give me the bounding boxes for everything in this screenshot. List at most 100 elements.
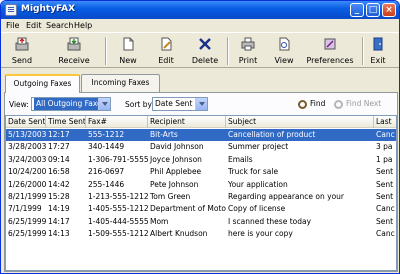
find-next-label: Find Next — [346, 99, 382, 108]
new-document-icon — [123, 37, 134, 51]
table-header: Date Sent Time Sent Fax# Recipient Subje… — [6, 116, 396, 128]
new-button[interactable]: New — [114, 35, 142, 67]
cell-recipient: Albert Knudson — [150, 229, 208, 239]
sort-by-select[interactable]: Date Sent — [152, 97, 208, 111]
outgoing-fax-table: Date Sent Time Sent Fax# Recipient Subje… — [5, 115, 397, 271]
table-row[interactable]: 6/25/1999 14:17 1-405-444-5555 Mom I scanned… — [6, 216, 396, 228]
fax-tabs: Outgoing Faxes Incoming Faxes — [1, 74, 399, 93]
cell-time-sent: 15:28 — [48, 192, 70, 201]
cell-time-sent: 09:14 — [48, 154, 70, 164]
edit-label: Edit — [158, 56, 174, 65]
view-document-icon — [279, 37, 290, 51]
cell-time-sent: 14:42 — [48, 179, 70, 189]
cell-subject: Truck for sale — [228, 167, 279, 177]
cell-subject: Summer project — [228, 142, 289, 152]
column-date-sent[interactable]: Date Sent — [6, 116, 46, 128]
menu-search[interactable]: Search — [46, 21, 73, 30]
cell-fax-number: 340-1449 — [88, 142, 125, 152]
chevron-down-icon[interactable] — [98, 98, 110, 110]
cell-date-sent: 5/13/2003 — [8, 130, 46, 139]
find-next-button[interactable]: Find Next — [334, 99, 381, 109]
column-subject[interactable]: Subject — [226, 116, 374, 128]
view-filter-select[interactable]: All Outgoing Faxes — [31, 97, 111, 111]
table-row[interactable]: 6/25/1999 14:13 1-509-555-1212 Albert Knuds… — [6, 228, 396, 240]
receive-fax-icon — [67, 37, 81, 51]
cell-date-sent: 6/25/1999 — [8, 216, 46, 226]
tab-incoming-faxes[interactable]: Incoming Faxes — [81, 74, 160, 92]
exit-label: Exit — [370, 56, 386, 65]
cell-last-status: Sent — [376, 216, 394, 226]
cell-last-status: Sent — [376, 167, 394, 177]
fax-app-icon — [5, 4, 17, 16]
cell-recipient: Department of Motor Vehicles — [150, 204, 226, 214]
menu-file[interactable]: File — [6, 21, 19, 30]
menu-edit[interactable]: Edit — [26, 21, 42, 30]
sort-by-value: Date Sent — [155, 99, 193, 108]
view-filter-label: View: — [9, 100, 29, 109]
cell-subject: Emails — [228, 154, 253, 164]
cell-date-sent: 10/24/2000 — [8, 167, 46, 177]
cell-fax-number: 255-1446 — [88, 179, 125, 189]
cell-last-status: Canc — [376, 130, 395, 139]
print-button[interactable]: Print — [235, 35, 261, 67]
preferences-icon — [324, 38, 336, 50]
table-row[interactable]: 10/24/200016:58 216-0697 Phil Applebee Truc… — [6, 166, 396, 178]
cell-last-status: Canc — [376, 204, 395, 214]
column-last-status[interactable]: Last — [374, 116, 396, 128]
column-time-sent[interactable]: Time Sent — [46, 116, 86, 128]
send-button[interactable]: Send — [5, 35, 39, 67]
maximize-button[interactable]: □ — [366, 3, 380, 17]
cell-recipient: Phil Applebee — [150, 167, 202, 177]
edit-button[interactable]: Edit — [152, 35, 180, 67]
table-row[interactable]: 3/28/2003 17:27 340-1449 David Johnson Summe… — [6, 141, 396, 153]
magnifier-icon — [334, 99, 343, 109]
printer-icon — [241, 37, 255, 51]
column-fax-number[interactable]: Fax# — [86, 116, 148, 128]
find-button[interactable]: Find — [298, 99, 325, 109]
cell-time-sent: 16:58 — [48, 167, 70, 177]
cell-time-sent: 17:27 — [48, 142, 70, 152]
table-row[interactable]: 7/1/1999 14:19 1-405-555-1212 Department of… — [6, 203, 396, 215]
cell-date-sent: 3/24/2003 — [8, 154, 46, 164]
edit-pencil-icon — [161, 37, 172, 51]
cell-subject: I scanned these today — [228, 216, 312, 226]
view-filter-value: All Outgoing Faxes — [34, 98, 108, 110]
table-row[interactable]: 8/21/1999 15:28 1-213-555-1212 Tom Green Reg… — [6, 191, 396, 203]
table-row[interactable]: 5/13/2003 12:17 555-1212 Bit-Arts Cancellati… — [6, 129, 396, 141]
find-label: Find — [310, 99, 326, 108]
cell-last-status: 3 pa — [376, 142, 393, 152]
cell-fax-number: 1-405-555-1212 — [88, 204, 148, 214]
cell-fax-number: 555-1212 — [88, 130, 125, 139]
send-label: Send — [11, 56, 33, 65]
view-label: View — [274, 56, 294, 65]
cell-last-status: Sent — [376, 179, 394, 189]
preferences-button[interactable]: Preferences — [305, 35, 355, 67]
cell-subject: Cancellation of product — [228, 130, 316, 139]
view-button[interactable]: View — [271, 35, 297, 67]
cell-recipient: Mom — [150, 216, 169, 226]
cell-date-sent: 3/28/2003 — [8, 142, 46, 152]
cell-time-sent: 14:19 — [48, 204, 70, 214]
magnifier-icon — [298, 99, 307, 109]
exit-button[interactable]: Exit — [367, 35, 389, 67]
cell-recipient: Tom Green — [150, 192, 191, 201]
receive-button[interactable]: Receive — [53, 35, 95, 67]
cell-subject: Copy of license — [228, 204, 286, 214]
preferences-label: Preferences — [306, 56, 354, 65]
column-recipient[interactable]: Recipient — [148, 116, 226, 128]
menu-bar: File Edit Search Help — [1, 19, 399, 32]
cell-last-status: 1 pa — [376, 154, 393, 164]
delete-x-icon — [199, 38, 211, 50]
cell-date-sent: 8/21/1999 — [8, 192, 46, 201]
table-row[interactable]: 3/24/2003 09:14 1-306-791-5555 Joyce Johnso… — [6, 154, 396, 166]
cell-time-sent: 12:17 — [48, 130, 70, 139]
delete-button[interactable]: Delete — [190, 35, 220, 67]
window-title: MightyFAX — [21, 4, 76, 14]
chevron-down-icon[interactable] — [195, 98, 207, 110]
tab-outgoing-faxes[interactable]: Outgoing Faxes — [5, 74, 80, 93]
close-button[interactable]: × — [382, 3, 396, 17]
table-row[interactable]: 1/26/2000 14:42 255-1446 Pete Johnson Your a… — [6, 179, 396, 191]
title-bar[interactable]: MightyFAX _ □ × — [1, 1, 399, 19]
minimize-button[interactable]: _ — [350, 3, 364, 17]
menu-help[interactable]: Help — [74, 21, 92, 30]
